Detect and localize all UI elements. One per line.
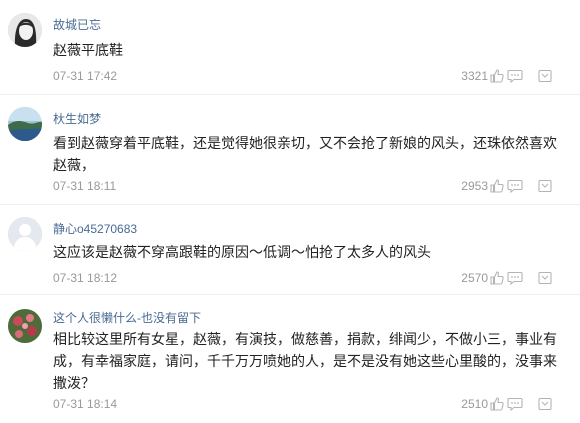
more-options-icon[interactable] [538, 69, 554, 83]
like-count: 2570 [461, 271, 488, 285]
comment-timestamp: 07-31 17:42 [53, 69, 118, 83]
like-count: 2510 [461, 397, 488, 411]
thumbs-up-icon[interactable] [490, 179, 506, 193]
comment-timestamp: 07-31 18:14 [53, 397, 118, 411]
comment-bubble-icon[interactable] [507, 179, 523, 193]
comment-divider [0, 294, 580, 295]
comment-username[interactable]: 这个人很懒什么-也没有留下 [53, 309, 201, 326]
comment-bubble-icon[interactable] [507, 271, 523, 285]
more-options-icon[interactable] [538, 179, 554, 193]
comment-text: 相比较这里所有女星，赵薇，有演技，做慈善，捐款，绯闻少，不做小三，事业有成，有幸… [53, 331, 557, 391]
comment-text: 赵薇平底鞋 [53, 42, 123, 58]
user-avatar[interactable] [8, 217, 42, 251]
thumbs-up-icon[interactable] [490, 397, 506, 411]
comment-username[interactable]: 静心o45270683 [53, 220, 137, 237]
comment-divider [0, 204, 580, 205]
comment-timestamp: 07-31 18:12 [53, 271, 118, 285]
like-count: 3321 [461, 69, 488, 83]
thumbs-up-icon[interactable] [490, 271, 506, 285]
comment-text: 看到赵薇穿着平底鞋，还是觉得她很亲切，又不会抢了新娘的风头，还珠依然喜欢赵薇， [53, 135, 557, 173]
comment-bubble-icon[interactable] [507, 397, 523, 411]
user-avatar[interactable] [8, 13, 42, 47]
comment-divider [0, 94, 580, 95]
comment-username[interactable]: 杕生如梦 [53, 110, 101, 127]
comment-username[interactable]: 故城已忘 [53, 16, 101, 33]
more-options-icon[interactable] [538, 271, 554, 285]
more-options-icon[interactable] [538, 397, 554, 411]
user-avatar[interactable] [8, 107, 42, 141]
comment-timestamp: 07-31 18:11 [53, 179, 117, 193]
comment-bubble-icon[interactable] [507, 69, 523, 83]
user-avatar[interactable] [8, 309, 42, 343]
like-count: 2953 [461, 179, 488, 193]
comment-text: 这应该是赵薇不穿高跟鞋的原因～低调～怕抢了太多人的风头 [53, 244, 431, 260]
thumbs-up-icon[interactable] [490, 69, 506, 83]
